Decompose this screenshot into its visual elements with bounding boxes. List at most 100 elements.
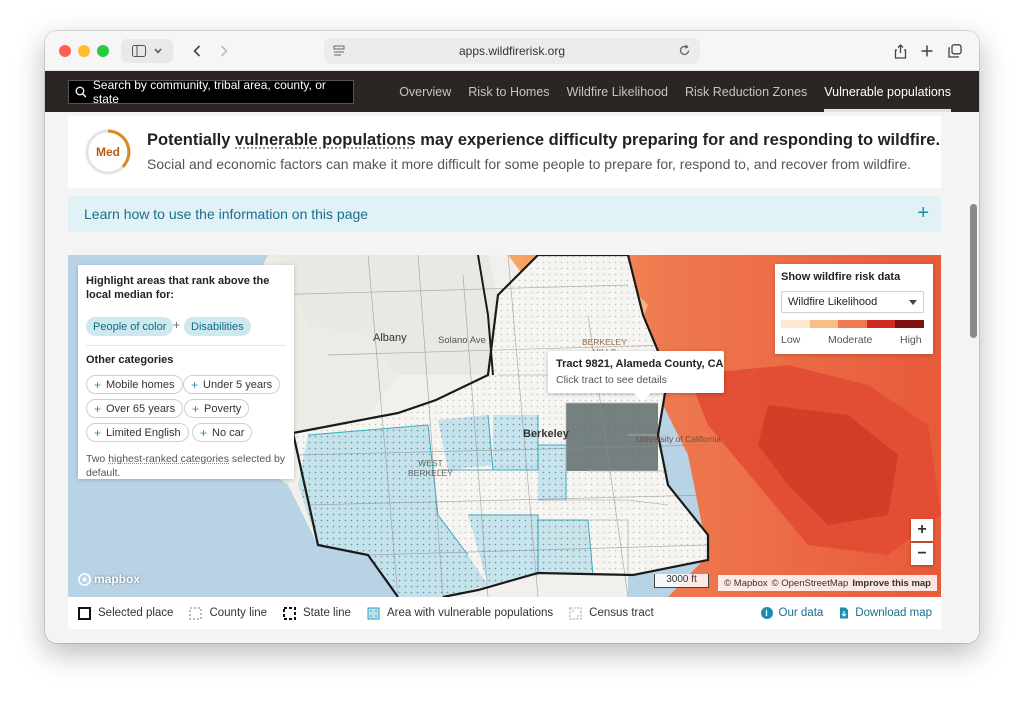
zoom-in-button[interactable]: + — [911, 519, 933, 541]
reload-icon[interactable] — [678, 44, 691, 57]
risk-low-label: Low — [781, 334, 801, 346]
mapbox-logo[interactable]: mapbox — [78, 572, 140, 586]
share-button[interactable] — [888, 39, 912, 63]
chip-label: Limited English — [106, 426, 181, 439]
chip-limited-english[interactable]: + Limited English — [86, 423, 189, 442]
map[interactable]: Albany Solano Ave Berkeley WEST BERKELEY… — [68, 255, 941, 597]
other-categories-heading: Other categories — [86, 354, 174, 366]
zoom-out-button[interactable]: − — [911, 543, 933, 565]
chip-mobile-homes[interactable]: + Mobile homes — [86, 375, 183, 394]
risk-select-value: Wildfire Likelihood — [788, 296, 878, 308]
swatch-3 — [838, 320, 867, 328]
tab-overview[interactable]: Overview — [399, 71, 451, 112]
learn-accordion[interactable]: Learn how to use the information on this… — [68, 196, 941, 232]
plus-icon: + — [192, 401, 200, 416]
risk-moderate-label: Moderate — [828, 334, 873, 346]
swatch-5 — [895, 320, 924, 328]
chip-disabilities[interactable]: Disabilities — [184, 317, 251, 336]
tab-risk-reduction-zones[interactable]: Risk Reduction Zones — [685, 71, 807, 112]
our-data-label: Our data — [778, 607, 824, 619]
highlight-panel: Highlight areas that rank above the loca… — [78, 265, 294, 479]
chevron-left-icon — [193, 45, 201, 57]
vulnerable-populations-link[interactable]: vulnerable populations — [235, 131, 416, 149]
forward-button[interactable] — [212, 39, 236, 63]
caret-down-icon — [909, 300, 917, 305]
map-legend: Selected place County line State line Ar… — [68, 597, 941, 629]
close-window-button[interactable] — [59, 45, 71, 57]
label-berkeley: Berkeley — [523, 428, 569, 440]
chip-no-car[interactable]: + No car — [192, 423, 253, 442]
search-icon — [75, 86, 87, 98]
nav-tabs: Overview Risk to Homes Wildfire Likeliho… — [399, 71, 951, 112]
legend-census-tract: Census tract — [569, 607, 654, 620]
attrib-mapbox[interactable]: © Mapbox — [724, 578, 767, 589]
chip-label: No car — [212, 426, 245, 439]
share-icon — [894, 43, 906, 59]
legend-label: County line — [209, 607, 267, 619]
tab-vulnerable-populations[interactable]: Vulnerable populations — [824, 71, 951, 112]
download-map-link[interactable]: Download map — [839, 607, 932, 619]
legend-state-line: State line — [283, 606, 351, 620]
plus-icon: + — [94, 377, 102, 392]
tooltip-subtitle: Click tract to see details — [556, 374, 667, 386]
chevron-right-icon — [220, 45, 228, 57]
chip-label: Over 65 years — [106, 402, 176, 415]
chip-people-of-color[interactable]: People of color — [86, 317, 174, 336]
risk-high-label: High — [900, 334, 922, 346]
legend-county-line: County line — [189, 607, 267, 620]
address-bar[interactable]: apps.wildfirerisk.org — [324, 38, 700, 64]
zoom-window-button[interactable] — [97, 45, 109, 57]
risk-color-ramp — [781, 320, 924, 328]
mapbox-text: mapbox — [94, 572, 141, 586]
gauge-label: Med — [96, 145, 120, 159]
state-line-swatch-icon — [283, 606, 296, 620]
tooltip-title: Tract 9821, Alameda County, CA — [556, 358, 724, 370]
search-placeholder: Search by community, tribal area, county… — [92, 78, 326, 106]
panel-heading: Highlight areas that rank above the loca… — [86, 275, 270, 301]
info-icon: i — [760, 607, 773, 619]
banner-subtitle: Social and economic factors can make it … — [147, 156, 911, 172]
swatch-2 — [809, 320, 839, 328]
map-attribution: © Mapbox © OpenStreetMap Improve this ma… — [718, 575, 937, 591]
risk-data-panel: Show wildfire risk data Wildfire Likelih… — [775, 264, 933, 354]
risk-layer-select[interactable]: Wildfire Likelihood — [781, 291, 924, 313]
legend-label: Census tract — [589, 607, 654, 619]
tab-overview-button[interactable] — [943, 39, 967, 63]
our-data-link[interactable]: i Our data — [760, 607, 824, 619]
url-text: apps.wildfirerisk.org — [458, 44, 566, 58]
attrib-osm[interactable]: © OpenStreetMap — [772, 578, 849, 589]
legend-label: State line — [303, 607, 351, 619]
highest-ranked-link[interactable]: highest-ranked categories — [108, 453, 229, 465]
risk-gauge: Med — [84, 128, 132, 176]
page-settings-icon[interactable] — [333, 45, 345, 57]
banner-title-pre: Potentially — [147, 131, 236, 149]
minimize-window-button[interactable] — [78, 45, 90, 57]
label-albany: Albany — [373, 332, 407, 344]
tab-risk-to-homes[interactable]: Risk to Homes — [468, 71, 549, 112]
scale-bar: 3000 ft — [654, 574, 709, 588]
download-label: Download map — [855, 607, 932, 619]
chip-over-65[interactable]: + Over 65 years — [86, 399, 184, 418]
expand-plus-icon[interactable]: + — [917, 202, 929, 225]
plus-icon: + — [94, 425, 102, 440]
chip-under-5[interactable]: + Under 5 years — [183, 375, 281, 394]
page-scrollbar[interactable] — [967, 112, 979, 643]
scrollbar-thumb[interactable] — [970, 204, 977, 338]
tab-wildfire-likelihood[interactable]: Wildfire Likelihood — [567, 71, 668, 112]
new-tab-button[interactable] — [915, 39, 939, 63]
search-input[interactable]: Search by community, tribal area, county… — [68, 78, 354, 106]
plus-icon: + — [191, 377, 199, 392]
improve-map-link[interactable]: Improve this map — [852, 578, 931, 589]
panel-note: Two highest-ranked categories selected b… — [86, 452, 291, 480]
county-line-swatch-icon — [189, 607, 202, 619]
tract-tooltip: Tract 9821, Alameda County, CA Click tra… — [548, 351, 724, 402]
plus-icon: + — [200, 425, 208, 440]
swatch-1 — [781, 320, 810, 328]
tabs-icon — [948, 44, 962, 58]
chip-poverty[interactable]: + Poverty — [184, 399, 250, 418]
selected-place-swatch-icon — [78, 606, 91, 620]
sidebar-toggle-button[interactable] — [121, 39, 173, 63]
label-solano-ave: Solano Ave — [438, 335, 486, 346]
back-button[interactable] — [185, 39, 209, 63]
label-university: University of California — [636, 434, 722, 444]
